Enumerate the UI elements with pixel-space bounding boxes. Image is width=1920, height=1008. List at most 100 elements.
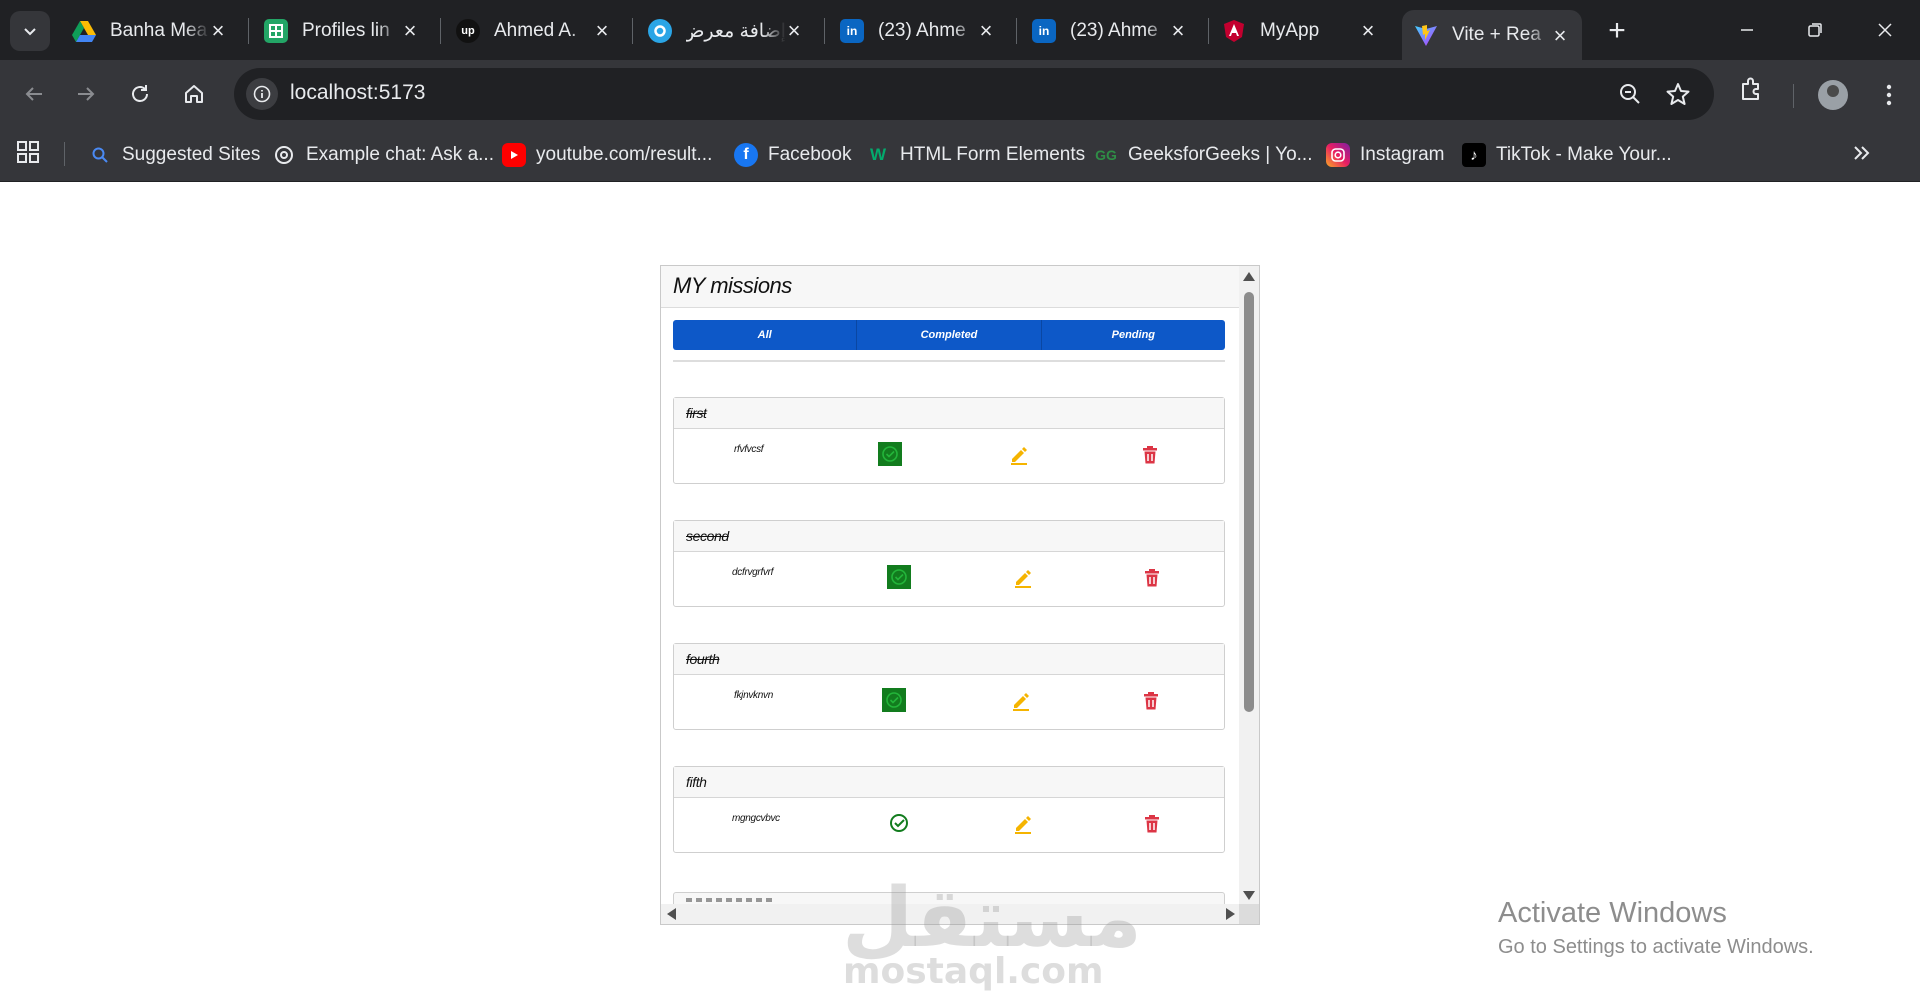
delete-button[interactable] [1141,813,1163,835]
site-info-button[interactable] [246,78,278,110]
tiktok-icon: ♪ [1462,143,1486,167]
bookmark-html-form-elements[interactable]: W HTML Form Elements [866,140,1085,170]
close-tab-icon[interactable]: × [1548,23,1572,48]
scroll-right-arrow[interactable] [1226,908,1235,920]
star-icon [1666,83,1690,105]
complete-toggle-button[interactable] [887,565,911,589]
scrollbar-thumb[interactable] [1244,292,1254,712]
watermark-arabic: مستقل [842,871,1142,966]
vertical-scrollbar[interactable] [1239,266,1259,906]
tab-myapp[interactable]: MyApp × [1222,10,1390,52]
complete-toggle-button[interactable] [878,442,902,466]
tab-vite-react[interactable]: Vite + Rea × [1402,10,1582,60]
new-tab-button[interactable]: + [1600,14,1634,48]
restore-icon [1808,23,1822,37]
scroll-down-arrow[interactable] [1243,891,1255,900]
pencil-icon [1013,693,1029,711]
bookmark-facebook[interactable]: f Facebook [734,140,851,170]
filter-completed-button[interactable]: Completed [856,320,1040,350]
close-tab-icon[interactable]: × [398,18,422,43]
mission-title: fifth [686,774,707,790]
bookmark-label: Facebook [768,144,852,165]
trash-icon [1143,446,1157,464]
home-icon [185,85,203,103]
browser-menu-button[interactable] [1874,80,1904,110]
reload-button[interactable] [120,74,160,114]
tab-title: Vite + Rea [1452,24,1541,45]
tab-title: (23) Ahme [878,20,966,41]
profile-avatar[interactable] [1818,80,1848,110]
geeksforgeeks-icon: GG [1095,147,1117,163]
forward-button[interactable] [66,74,106,114]
chevron-double-right-icon [1854,146,1870,160]
trash-icon [1145,815,1159,833]
bookmark-tiktok[interactable]: ♪ TikTok - Make Your... [1462,140,1672,170]
tab-upwork[interactable]: up Ahmed A. × [456,10,624,52]
bookmark-star-button[interactable] [1664,80,1692,108]
pencil-icon [1015,816,1031,834]
apps-grid-icon [17,141,39,163]
delete-button[interactable] [1141,567,1163,589]
tab-profiles[interactable]: Profiles lin × [264,10,432,52]
bookmark-geeksforgeeks[interactable]: GG GeeksforGeeks | Yo... [1094,140,1312,170]
scroll-left-arrow[interactable] [667,908,676,920]
tab-mostaql[interactable]: إضافة معرض × [648,10,816,52]
apps-button[interactable] [16,140,44,168]
linkedin-icon: in [1032,19,1056,43]
bookmark-label: Example chat: Ask a... [306,144,494,165]
close-tab-icon[interactable]: × [1356,18,1380,43]
missions-card[interactable]: MY missions All Completed Pending first … [660,265,1260,925]
tab-search-button[interactable] [10,11,50,51]
extensions-button[interactable] [1736,74,1768,106]
tab-linkedin-1[interactable]: in (23) Ahme × [840,10,1008,52]
bookmark-youtube[interactable]: youtube.com/result... [502,140,712,170]
filter-pending-button[interactable]: Pending [1040,320,1225,350]
close-tab-icon[interactable]: × [590,18,614,43]
tab-banha[interactable]: Banha Mea × [72,10,240,52]
close-tab-icon[interactable]: × [1166,18,1190,43]
tab-separator [1016,18,1017,44]
edit-button[interactable] [1012,813,1034,835]
url-text[interactable]: localhost:5173 [290,81,425,105]
mission-header: fifth [674,767,1224,798]
mission-header: first [674,398,1224,429]
close-tab-icon[interactable]: × [974,18,998,43]
edit-button[interactable] [1010,690,1032,712]
bookmark-label: Instagram [1360,144,1445,165]
bookmark-suggested-sites[interactable]: Suggested Sites [88,140,260,170]
edit-button[interactable] [1012,567,1034,589]
mission-card: fourth fkjnvknvn [673,643,1225,730]
close-window-button[interactable] [1860,10,1910,50]
activate-windows-notice: Activate Windows Go to Settings to activ… [1498,897,1814,959]
close-tab-icon[interactable]: × [782,18,806,43]
zoom-button[interactable] [1616,80,1644,108]
back-button[interactable] [14,74,54,114]
mission-description: dcfrvgrfvrf [732,567,774,578]
restore-button[interactable] [1790,10,1840,50]
bookmark-label: HTML Form Elements [900,144,1086,165]
check-circle-icon [882,446,898,462]
page-viewport: MY missions All Completed Pending first … [0,183,1920,1008]
bookmark-instagram[interactable]: Instagram [1326,140,1444,170]
delete-button[interactable] [1140,690,1162,712]
edit-button[interactable] [1008,444,1030,466]
minimize-button[interactable] [1722,10,1772,50]
tab-title: Ahmed A. [494,20,577,41]
bookmark-example-chat[interactable]: Example chat: Ask a... [272,140,494,170]
more-bookmarks-button[interactable] [1850,141,1878,169]
mission-description: rfvfvcsf [734,444,764,455]
delete-button[interactable] [1139,444,1161,466]
filter-all-button[interactable]: All [673,320,856,350]
tab-linkedin-2[interactable]: in (23) Ahme × [1032,10,1200,52]
close-tab-icon[interactable]: × [206,18,230,43]
complete-toggle-button[interactable] [887,811,911,835]
complete-toggle-button[interactable] [882,688,906,712]
home-button[interactable] [174,74,214,114]
address-bar[interactable]: localhost:5173 [234,68,1714,120]
openai-icon [272,143,296,167]
scroll-up-arrow[interactable] [1243,272,1255,281]
mission-description: fkjnvknvn [734,690,773,701]
bookmark-separator [64,142,65,166]
puzzle-icon [1742,77,1759,100]
facebook-icon: f [734,143,758,167]
